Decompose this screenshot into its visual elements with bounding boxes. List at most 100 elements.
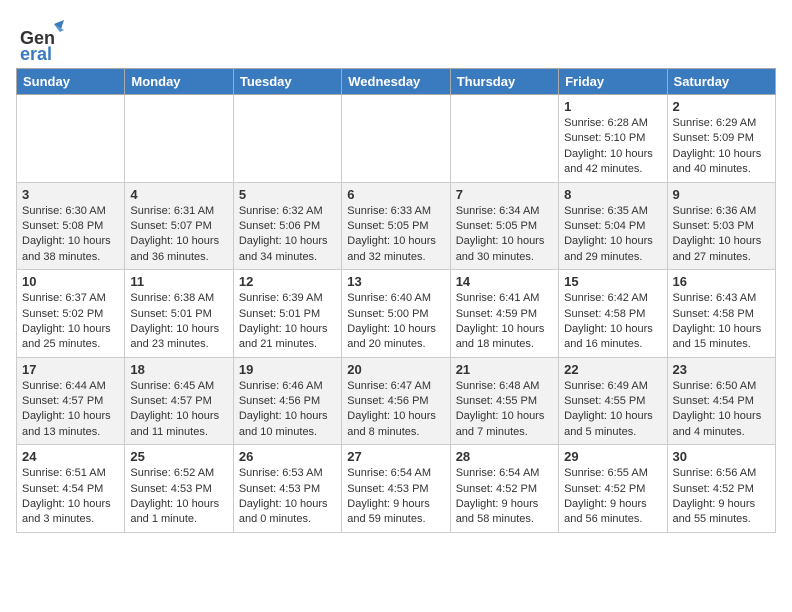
calendar-cell: 19 Sunrise: 6:46 AM Sunset: 4:56 PM Dayli… [233, 357, 341, 445]
day-number: 1 [564, 99, 661, 114]
day-number: 29 [564, 449, 661, 464]
column-header-tuesday: Tuesday [233, 69, 341, 95]
calendar-header-row: SundayMondayTuesdayWednesdayThursdayFrid… [17, 69, 776, 95]
day-number: 23 [673, 362, 770, 377]
calendar-cell: 22 Sunrise: 6:49 AM Sunset: 4:55 PM Dayli… [559, 357, 667, 445]
day-number: 3 [22, 187, 119, 202]
calendar-cell: 2 Sunrise: 6:29 AM Sunset: 5:09 PM Daylig… [667, 95, 775, 183]
calendar-cell: 21 Sunrise: 6:48 AM Sunset: 4:55 PM Dayli… [450, 357, 558, 445]
day-info: Sunrise: 6:38 AM Sunset: 5:01 PM Dayligh… [130, 291, 227, 353]
column-header-sunday: Sunday [17, 69, 125, 95]
day-number: 25 [130, 449, 227, 464]
day-number: 17 [22, 362, 119, 377]
day-number: 9 [673, 187, 770, 202]
day-number: 22 [564, 362, 661, 377]
column-header-monday: Monday [125, 69, 233, 95]
calendar-cell: 10 Sunrise: 6:37 AM Sunset: 5:02 PM Dayli… [17, 270, 125, 358]
day-info: Sunrise: 6:47 AM Sunset: 4:56 PM Dayligh… [347, 379, 444, 441]
day-info: Sunrise: 6:36 AM Sunset: 5:03 PM Dayligh… [673, 204, 770, 266]
day-info: Sunrise: 6:43 AM Sunset: 4:58 PM Dayligh… [673, 291, 770, 353]
calendar-cell: 1 Sunrise: 6:28 AM Sunset: 5:10 PM Daylig… [559, 95, 667, 183]
calendar-cell: 13 Sunrise: 6:40 AM Sunset: 5:00 PM Dayli… [342, 270, 450, 358]
day-info: Sunrise: 6:28 AM Sunset: 5:10 PM Dayligh… [564, 116, 661, 178]
day-number: 27 [347, 449, 444, 464]
day-info: Sunrise: 6:46 AM Sunset: 4:56 PM Dayligh… [239, 379, 336, 441]
day-number: 19 [239, 362, 336, 377]
day-number: 5 [239, 187, 336, 202]
calendar-cell [17, 95, 125, 183]
day-info: Sunrise: 6:32 AM Sunset: 5:06 PM Dayligh… [239, 204, 336, 266]
calendar-cell: 26 Sunrise: 6:53 AM Sunset: 4:53 PM Dayli… [233, 445, 341, 533]
day-number: 15 [564, 274, 661, 289]
calendar-cell: 14 Sunrise: 6:41 AM Sunset: 4:59 PM Dayli… [450, 270, 558, 358]
column-header-friday: Friday [559, 69, 667, 95]
day-info: Sunrise: 6:40 AM Sunset: 5:00 PM Dayligh… [347, 291, 444, 353]
calendar-cell: 20 Sunrise: 6:47 AM Sunset: 4:56 PM Dayli… [342, 357, 450, 445]
day-info: Sunrise: 6:54 AM Sunset: 4:52 PM Dayligh… [456, 466, 553, 528]
day-number: 4 [130, 187, 227, 202]
calendar-cell [125, 95, 233, 183]
calendar-cell: 28 Sunrise: 6:54 AM Sunset: 4:52 PM Dayli… [450, 445, 558, 533]
calendar-cell: 27 Sunrise: 6:54 AM Sunset: 4:53 PM Dayli… [342, 445, 450, 533]
day-number: 2 [673, 99, 770, 114]
calendar-cell [450, 95, 558, 183]
calendar-cell: 5 Sunrise: 6:32 AM Sunset: 5:06 PM Daylig… [233, 182, 341, 270]
day-number: 28 [456, 449, 553, 464]
day-info: Sunrise: 6:54 AM Sunset: 4:53 PM Dayligh… [347, 466, 444, 528]
day-info: Sunrise: 6:53 AM Sunset: 4:53 PM Dayligh… [239, 466, 336, 528]
calendar-cell: 7Sunrise: 6:34 AM Sunset: 5:05 PM Daylig… [450, 182, 558, 270]
calendar-cell: 24Sunrise: 6:51 AM Sunset: 4:54 PM Dayli… [17, 445, 125, 533]
logo: Gen eral [20, 16, 68, 60]
calendar-cell: 17 Sunrise: 6:44 AM Sunset: 4:57 PM Dayli… [17, 357, 125, 445]
day-info: Sunrise: 6:37 AM Sunset: 5:02 PM Dayligh… [22, 291, 119, 353]
day-number: 11 [130, 274, 227, 289]
calendar-cell: 18Sunrise: 6:45 AM Sunset: 4:57 PM Dayli… [125, 357, 233, 445]
day-info: Sunrise: 6:50 AM Sunset: 4:54 PM Dayligh… [673, 379, 770, 441]
day-number: 14 [456, 274, 553, 289]
day-number: 12 [239, 274, 336, 289]
day-info: Sunrise: 6:48 AM Sunset: 4:55 PM Dayligh… [456, 379, 553, 441]
day-number: 26 [239, 449, 336, 464]
day-info: Sunrise: 6:42 AM Sunset: 4:58 PM Dayligh… [564, 291, 661, 353]
day-info: Sunrise: 6:35 AM Sunset: 5:04 PM Dayligh… [564, 204, 661, 266]
day-info: Sunrise: 6:52 AM Sunset: 4:53 PM Dayligh… [130, 466, 227, 528]
calendar-table: SundayMondayTuesdayWednesdayThursdayFrid… [16, 68, 776, 533]
day-number: 10 [22, 274, 119, 289]
calendar-cell: 3Sunrise: 6:30 AM Sunset: 5:08 PM Daylig… [17, 182, 125, 270]
day-number: 6 [347, 187, 444, 202]
day-number: 18 [130, 362, 227, 377]
calendar-cell: 15 Sunrise: 6:42 AM Sunset: 4:58 PM Dayli… [559, 270, 667, 358]
calendar-cell: 25 Sunrise: 6:52 AM Sunset: 4:53 PM Dayli… [125, 445, 233, 533]
day-info: Sunrise: 6:29 AM Sunset: 5:09 PM Dayligh… [673, 116, 770, 178]
calendar-week-3: 10 Sunrise: 6:37 AM Sunset: 5:02 PM Dayli… [17, 270, 776, 358]
calendar-cell: 11 Sunrise: 6:38 AM Sunset: 5:01 PM Dayli… [125, 270, 233, 358]
calendar-wrapper: SundayMondayTuesdayWednesdayThursdayFrid… [0, 68, 792, 541]
calendar-week-2: 3Sunrise: 6:30 AM Sunset: 5:08 PM Daylig… [17, 182, 776, 270]
day-number: 24 [22, 449, 119, 464]
column-header-thursday: Thursday [450, 69, 558, 95]
column-header-saturday: Saturday [667, 69, 775, 95]
calendar-cell: 12Sunrise: 6:39 AM Sunset: 5:01 PM Dayli… [233, 270, 341, 358]
calendar-cell: 29 Sunrise: 6:55 AM Sunset: 4:52 PM Dayli… [559, 445, 667, 533]
calendar-week-5: 24Sunrise: 6:51 AM Sunset: 4:54 PM Dayli… [17, 445, 776, 533]
day-info: Sunrise: 6:55 AM Sunset: 4:52 PM Dayligh… [564, 466, 661, 528]
calendar-cell: 16 Sunrise: 6:43 AM Sunset: 4:58 PM Dayli… [667, 270, 775, 358]
calendar-week-4: 17 Sunrise: 6:44 AM Sunset: 4:57 PM Dayli… [17, 357, 776, 445]
day-info: Sunrise: 6:56 AM Sunset: 4:52 PM Dayligh… [673, 466, 770, 528]
page-header: Gen eral [0, 0, 792, 68]
day-number: 21 [456, 362, 553, 377]
day-number: 16 [673, 274, 770, 289]
day-info: Sunrise: 6:34 AM Sunset: 5:05 PM Dayligh… [456, 204, 553, 266]
day-info: Sunrise: 6:49 AM Sunset: 4:55 PM Dayligh… [564, 379, 661, 441]
day-info: Sunrise: 6:44 AM Sunset: 4:57 PM Dayligh… [22, 379, 119, 441]
day-info: Sunrise: 6:31 AM Sunset: 5:07 PM Dayligh… [130, 204, 227, 266]
column-header-wednesday: Wednesday [342, 69, 450, 95]
calendar-cell: 4 Sunrise: 6:31 AM Sunset: 5:07 PM Daylig… [125, 182, 233, 270]
day-number: 20 [347, 362, 444, 377]
calendar-week-1: 1 Sunrise: 6:28 AM Sunset: 5:10 PM Daylig… [17, 95, 776, 183]
day-number: 8 [564, 187, 661, 202]
calendar-cell: 30Sunrise: 6:56 AM Sunset: 4:52 PM Dayli… [667, 445, 775, 533]
day-number: 13 [347, 274, 444, 289]
calendar-cell: 9 Sunrise: 6:36 AM Sunset: 5:03 PM Daylig… [667, 182, 775, 270]
day-info: Sunrise: 6:41 AM Sunset: 4:59 PM Dayligh… [456, 291, 553, 353]
